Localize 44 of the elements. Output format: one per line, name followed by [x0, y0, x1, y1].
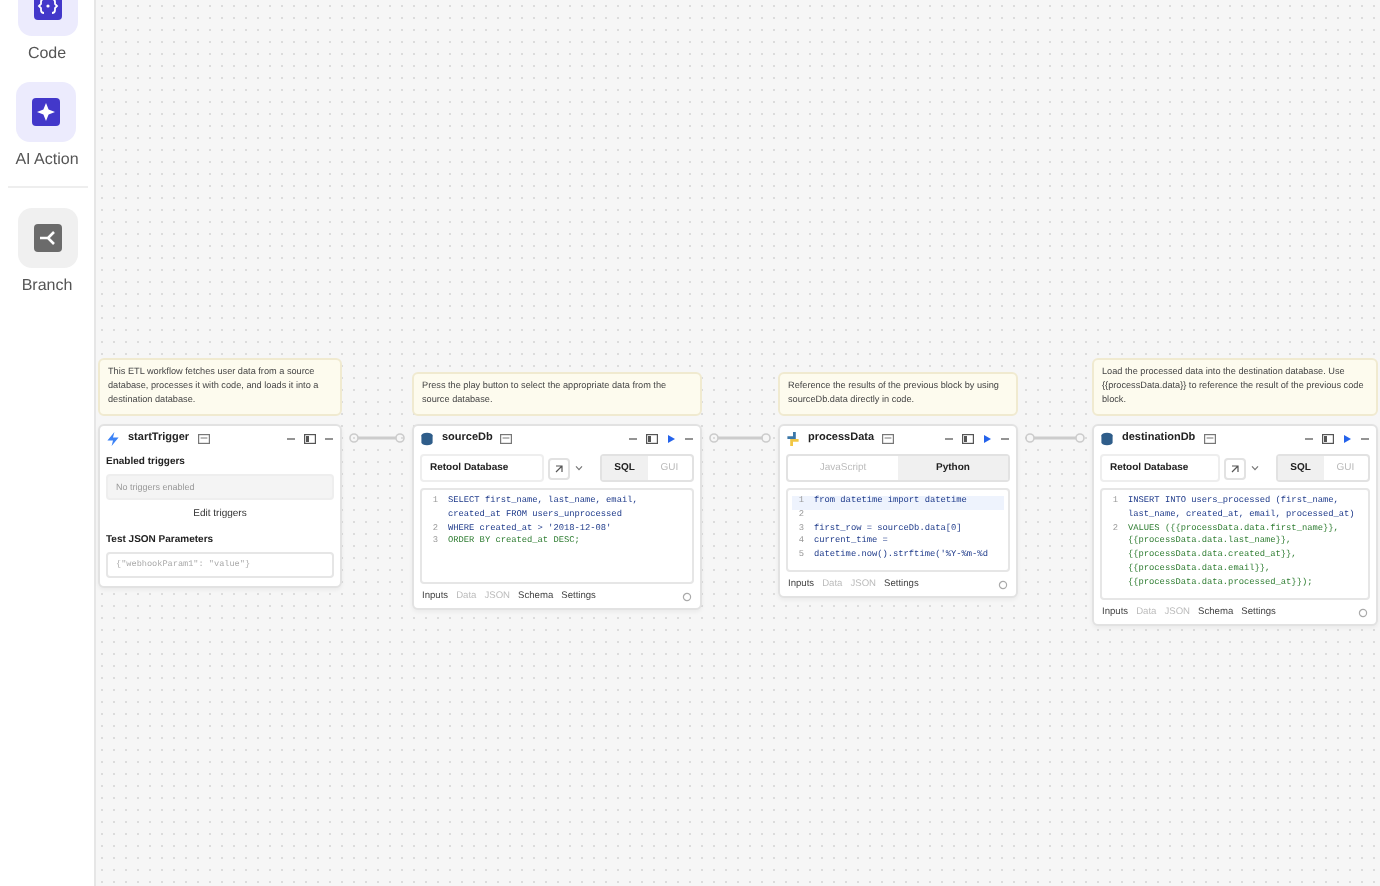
- caret-icon[interactable]: [574, 464, 584, 472]
- gear-icon[interactable]: [1358, 607, 1368, 618]
- collapse-icon[interactable]: [944, 433, 954, 443]
- tool-label: Branch: [21, 276, 73, 294]
- open-resource-button[interactable]: [1224, 457, 1246, 479]
- note-icon[interactable]: [500, 433, 513, 443]
- database-icon: [420, 431, 434, 445]
- more-icon[interactable]: [684, 433, 694, 443]
- sparkle-icon: [32, 98, 61, 126]
- panel-icon[interactable]: [1322, 433, 1334, 443]
- bolt-icon: [106, 431, 120, 445]
- gear-icon[interactable]: [682, 592, 692, 602]
- play-icon[interactable]: [982, 433, 992, 443]
- note-icon[interactable]: [1203, 433, 1216, 443]
- code-editor[interactable]: [1100, 488, 1370, 600]
- note-icon[interactable]: [197, 433, 210, 443]
- tool-tile[interactable]: [16, 82, 77, 142]
- more-icon[interactable]: [1360, 433, 1370, 443]
- caret-icon[interactable]: [1250, 464, 1260, 472]
- tool-label: AI Action: [15, 150, 79, 168]
- collapse-icon[interactable]: [1304, 433, 1314, 443]
- database-icon: [1100, 431, 1114, 445]
- open-resource-button[interactable]: [548, 457, 570, 479]
- braces-icon: [33, 0, 61, 20]
- external-link-icon: [554, 463, 564, 473]
- panel-icon[interactable]: [304, 433, 316, 443]
- external-link-icon: [1230, 463, 1240, 473]
- play-icon[interactable]: [1342, 433, 1352, 443]
- python-icon: [786, 431, 800, 445]
- connector-line: [708, 432, 772, 444]
- panel-icon[interactable]: [962, 433, 974, 443]
- tool-label: Code: [27, 44, 67, 62]
- panel-icon[interactable]: [646, 433, 658, 443]
- gear-icon[interactable]: [998, 580, 1008, 591]
- collapse-icon[interactable]: [628, 433, 638, 443]
- connector-line: [348, 432, 406, 444]
- tool-tile[interactable]: [17, 208, 77, 268]
- collapse-icon[interactable]: [286, 433, 296, 443]
- play-icon[interactable]: [666, 433, 676, 443]
- branch-icon: [33, 224, 61, 252]
- note-icon[interactable]: [882, 433, 895, 443]
- more-icon[interactable]: [324, 433, 334, 443]
- more-icon[interactable]: [1000, 433, 1010, 443]
- connector-line: [1024, 432, 1086, 444]
